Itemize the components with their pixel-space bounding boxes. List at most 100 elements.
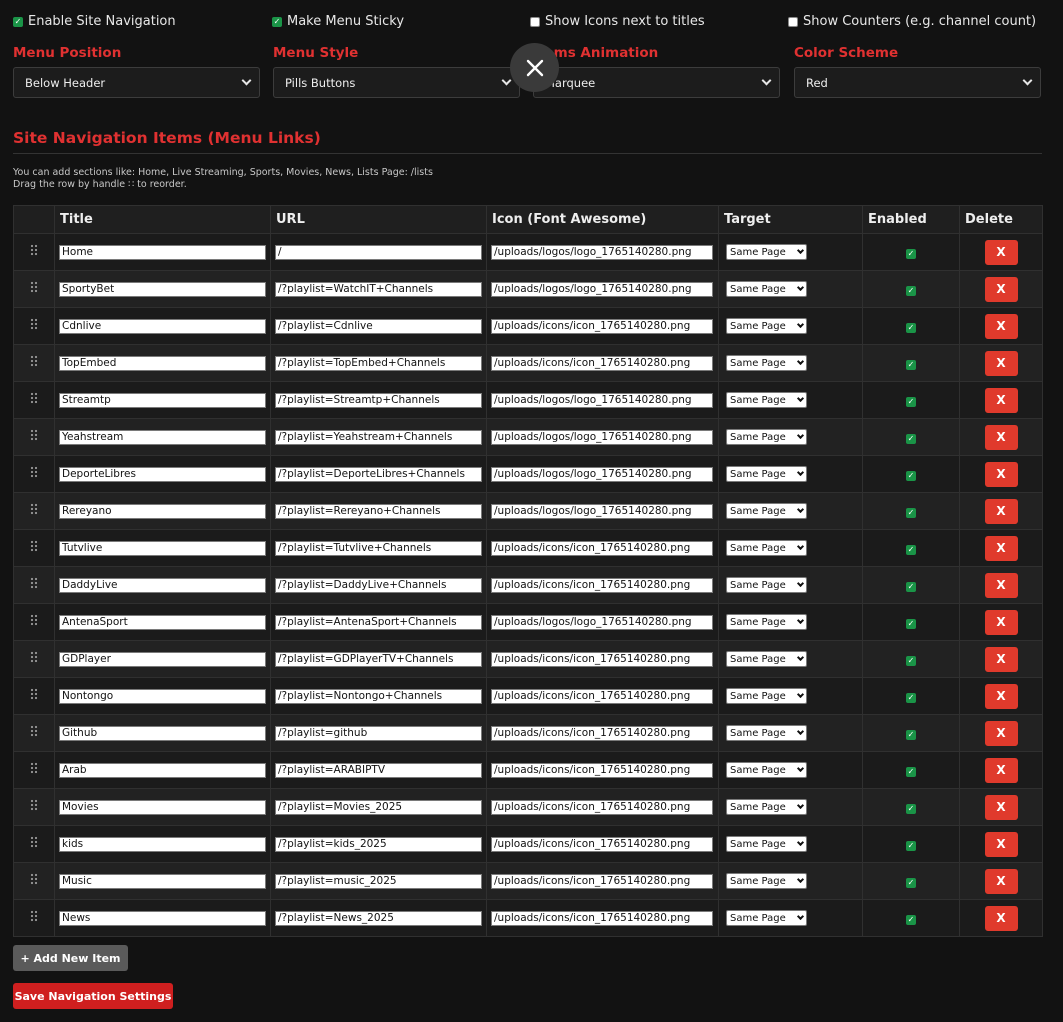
delete-button[interactable]: X bbox=[984, 276, 1018, 302]
save-settings-button[interactable]: Save Navigation Settings bbox=[13, 983, 173, 1009]
enabled-checkbox[interactable] bbox=[906, 433, 916, 444]
enable-nav-checkbox[interactable] bbox=[13, 16, 23, 27]
delete-button[interactable]: X bbox=[984, 609, 1018, 635]
target-select[interactable]: Same Page bbox=[726, 651, 807, 667]
sticky-option[interactable]: Make Menu Sticky bbox=[272, 14, 404, 29]
url-input[interactable]: /?playlist=Cdnlive bbox=[275, 318, 482, 334]
menu-style-select[interactable]: Pills Buttons bbox=[273, 67, 520, 98]
target-select[interactable]: Same Page bbox=[726, 244, 807, 260]
icon-input[interactable]: /uploads/icons/icon_1765140280.png bbox=[491, 873, 713, 889]
enabled-checkbox[interactable] bbox=[906, 322, 916, 333]
title-input[interactable]: News bbox=[59, 910, 266, 926]
items-animation-select[interactable]: Marquee bbox=[533, 67, 780, 98]
drag-handle[interactable] bbox=[13, 640, 55, 678]
delete-button[interactable]: X bbox=[984, 313, 1018, 339]
url-input[interactable]: /?playlist=ARABIPTV bbox=[275, 762, 482, 778]
target-select[interactable]: Same Page bbox=[726, 688, 807, 704]
enabled-checkbox[interactable] bbox=[906, 914, 916, 925]
counters-checkbox[interactable] bbox=[788, 16, 798, 27]
icon-input[interactable]: /uploads/icons/icon_1765140280.png bbox=[491, 577, 713, 593]
delete-button[interactable]: X bbox=[984, 572, 1018, 598]
drag-handle[interactable] bbox=[13, 825, 55, 863]
icon-input[interactable]: /uploads/icons/icon_1765140280.png bbox=[491, 688, 713, 704]
drag-handle[interactable] bbox=[13, 529, 55, 567]
title-input[interactable]: Home bbox=[59, 244, 266, 260]
icon-input[interactable]: /uploads/icons/icon_1765140280.png bbox=[491, 836, 713, 852]
delete-button[interactable]: X bbox=[984, 498, 1018, 524]
target-select[interactable]: Same Page bbox=[726, 392, 807, 408]
enabled-checkbox[interactable] bbox=[906, 470, 916, 481]
enabled-checkbox[interactable] bbox=[906, 581, 916, 592]
icon-input[interactable]: /uploads/icons/icon_1765140280.png bbox=[491, 355, 713, 371]
url-input[interactable]: /?playlist=Tutvlive+Channels bbox=[275, 540, 482, 556]
url-input[interactable]: /?playlist=Nontongo+Channels bbox=[275, 688, 482, 704]
enabled-checkbox[interactable] bbox=[906, 248, 916, 259]
enabled-checkbox[interactable] bbox=[906, 729, 916, 740]
color-scheme-select[interactable]: Red bbox=[794, 67, 1041, 98]
enabled-checkbox[interactable] bbox=[906, 766, 916, 777]
url-input[interactable]: /?playlist=News_2025 bbox=[275, 910, 482, 926]
icons-checkbox[interactable] bbox=[530, 16, 540, 27]
title-input[interactable]: TopEmbed bbox=[59, 355, 266, 371]
icon-input[interactable]: /uploads/logos/logo_1765140280.png bbox=[491, 503, 713, 519]
drag-handle[interactable] bbox=[13, 677, 55, 715]
delete-button[interactable]: X bbox=[984, 535, 1018, 561]
delete-button[interactable]: X bbox=[984, 720, 1018, 746]
url-input[interactable]: /?playlist=DeporteLibres+Channels bbox=[275, 466, 482, 482]
icon-input[interactable]: /uploads/logos/logo_1765140280.png bbox=[491, 392, 713, 408]
title-input[interactable]: Arab bbox=[59, 762, 266, 778]
title-input[interactable]: AntenaSport bbox=[59, 614, 266, 630]
url-input[interactable]: /?playlist=Rereyano+Channels bbox=[275, 503, 482, 519]
title-input[interactable]: Music bbox=[59, 873, 266, 889]
enabled-checkbox[interactable] bbox=[906, 544, 916, 555]
title-input[interactable]: DaddyLive bbox=[59, 577, 266, 593]
add-item-button[interactable]: + Add New Item bbox=[13, 945, 128, 971]
drag-handle[interactable] bbox=[13, 381, 55, 419]
url-input[interactable]: /?playlist=Yeahstream+Channels bbox=[275, 429, 482, 445]
enabled-checkbox[interactable] bbox=[906, 285, 916, 296]
target-select[interactable]: Same Page bbox=[726, 281, 807, 297]
drag-handle[interactable] bbox=[13, 751, 55, 789]
target-select[interactable]: Same Page bbox=[726, 577, 807, 593]
drag-handle[interactable] bbox=[13, 603, 55, 641]
target-select[interactable]: Same Page bbox=[726, 910, 807, 926]
title-input[interactable]: Cdnlive bbox=[59, 318, 266, 334]
icon-input[interactable]: /uploads/icons/icon_1765140280.png bbox=[491, 651, 713, 667]
icon-input[interactable]: /uploads/icons/icon_1765140280.png bbox=[491, 318, 713, 334]
title-input[interactable]: Yeahstream bbox=[59, 429, 266, 445]
title-input[interactable]: DeporteLibres bbox=[59, 466, 266, 482]
url-input[interactable]: /?playlist=GDPlayerTV+Channels bbox=[275, 651, 482, 667]
url-input[interactable]: /?playlist=TopEmbed+Channels bbox=[275, 355, 482, 371]
enabled-checkbox[interactable] bbox=[906, 840, 916, 851]
target-select[interactable]: Same Page bbox=[726, 429, 807, 445]
enabled-checkbox[interactable] bbox=[906, 655, 916, 666]
url-input[interactable]: / bbox=[275, 244, 482, 260]
enabled-checkbox[interactable] bbox=[906, 396, 916, 407]
url-input[interactable]: /?playlist=Streamtp+Channels bbox=[275, 392, 482, 408]
delete-button[interactable]: X bbox=[984, 794, 1018, 820]
target-select[interactable]: Same Page bbox=[726, 614, 807, 630]
icon-input[interactable]: /uploads/icons/icon_1765140280.png bbox=[491, 762, 713, 778]
drag-handle[interactable] bbox=[13, 492, 55, 530]
target-select[interactable]: Same Page bbox=[726, 355, 807, 371]
title-input[interactable]: Streamtp bbox=[59, 392, 266, 408]
close-button[interactable] bbox=[510, 43, 559, 92]
title-input[interactable]: Github bbox=[59, 725, 266, 741]
title-input[interactable]: Rereyano bbox=[59, 503, 266, 519]
url-input[interactable]: /?playlist=music_2025 bbox=[275, 873, 482, 889]
drag-handle[interactable] bbox=[13, 862, 55, 900]
enabled-checkbox[interactable] bbox=[906, 359, 916, 370]
target-select[interactable]: Same Page bbox=[726, 540, 807, 556]
delete-button[interactable]: X bbox=[984, 757, 1018, 783]
target-select[interactable]: Same Page bbox=[726, 725, 807, 741]
drag-handle[interactable] bbox=[13, 788, 55, 826]
delete-button[interactable]: X bbox=[984, 831, 1018, 857]
target-select[interactable]: Same Page bbox=[726, 873, 807, 889]
delete-button[interactable]: X bbox=[984, 424, 1018, 450]
drag-handle[interactable] bbox=[13, 233, 55, 271]
drag-handle[interactable] bbox=[13, 270, 55, 308]
enabled-checkbox[interactable] bbox=[906, 618, 916, 629]
delete-button[interactable]: X bbox=[984, 350, 1018, 376]
icon-input[interactable]: /uploads/logos/logo_1765140280.png bbox=[491, 614, 713, 630]
delete-button[interactable]: X bbox=[984, 461, 1018, 487]
